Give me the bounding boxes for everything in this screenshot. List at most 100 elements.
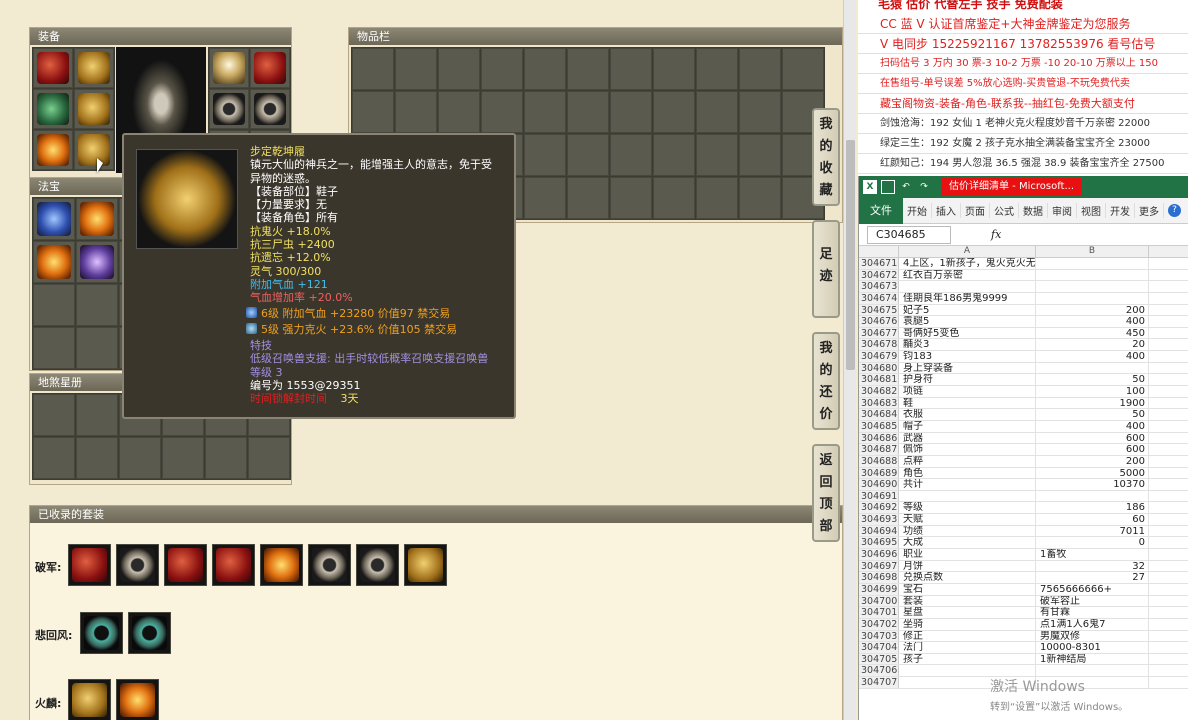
- magic-slot[interactable]: [76, 284, 118, 326]
- cell-a[interactable]: 法门: [899, 642, 1036, 653]
- slot-charm[interactable]: [33, 130, 73, 170]
- row-number[interactable]: 304693: [859, 514, 899, 525]
- cell-a[interactable]: 项链: [899, 386, 1036, 397]
- sheet-row[interactable]: 304683 鞋 1900: [859, 397, 1188, 410]
- cell-c[interactable]: [1149, 328, 1188, 339]
- cell-c[interactable]: [1149, 572, 1188, 583]
- my-favorites-button[interactable]: 我 的 收 藏: [812, 108, 840, 206]
- cell-a[interactable]: 护身符: [899, 374, 1036, 386]
- magic-slot[interactable]: [33, 241, 75, 283]
- cell-c[interactable]: [1149, 665, 1188, 676]
- cell-b[interactable]: 400: [1036, 351, 1149, 362]
- set-item[interactable]: [212, 544, 255, 586]
- row-number[interactable]: 304694: [859, 525, 899, 537]
- row-number[interactable]: 304698: [859, 572, 899, 583]
- row-number[interactable]: 304685: [859, 420, 899, 432]
- inventory-slot[interactable]: [610, 134, 652, 176]
- cell-a[interactable]: 共计: [899, 479, 1036, 490]
- set-item[interactable]: [128, 612, 171, 654]
- inventory-slot[interactable]: [352, 91, 394, 133]
- row-number[interactable]: 304677: [859, 327, 899, 339]
- sheet-row[interactable]: 304681 护身符 50: [859, 374, 1188, 387]
- cell-b[interactable]: 27: [1036, 572, 1149, 583]
- cell-c[interactable]: [1149, 561, 1188, 572]
- column-a-header[interactable]: A: [899, 246, 1036, 257]
- cell-c[interactable]: [1149, 351, 1188, 362]
- cell-a[interactable]: 哥俩好5变色: [899, 327, 1036, 339]
- sheet-row[interactable]: 304685 帽子 400: [859, 420, 1188, 433]
- cell-a[interactable]: 佳期良年186男鬼9999: [899, 292, 1036, 304]
- inventory-slot[interactable]: [696, 177, 738, 219]
- set-item[interactable]: [68, 679, 111, 720]
- cell-b[interactable]: 600: [1036, 432, 1149, 444]
- listing-line[interactable]: 剑蚀沧海：192 女仙 1 老神火克火程度妙音千万亲密 22000: [858, 114, 1188, 134]
- ribbon-tab[interactable]: 公式: [990, 203, 1019, 218]
- cell-c[interactable]: [1149, 258, 1188, 269]
- cell-a[interactable]: 月饼: [899, 560, 1036, 572]
- cell-b[interactable]: 200: [1036, 304, 1149, 316]
- inventory-slot[interactable]: [610, 48, 652, 90]
- cell-b[interactable]: 400: [1036, 316, 1149, 327]
- cell-b[interactable]: 10000-8301: [1036, 642, 1149, 653]
- inventory-slot[interactable]: [696, 48, 738, 90]
- cell-b[interactable]: [1036, 665, 1149, 677]
- sheet-row[interactable]: 304698 兑换点数 27: [859, 572, 1188, 584]
- cell-a[interactable]: 职业: [899, 549, 1036, 560]
- sheet-row[interactable]: 304677 哥俩好5变色 450: [859, 327, 1188, 340]
- listing-line[interactable]: 红颜知己：194 男人忽混 36.5 强混 38.9 装备宝宝齐全 27500: [858, 154, 1188, 174]
- cell-c[interactable]: [1149, 421, 1188, 432]
- cell-c[interactable]: [1149, 468, 1188, 479]
- cell-b[interactable]: 0: [1036, 537, 1149, 549]
- row-number[interactable]: 304676: [859, 316, 899, 327]
- cell-a[interactable]: 衣服: [899, 409, 1036, 420]
- cell-a[interactable]: 坐骑: [899, 618, 1036, 630]
- cell-b[interactable]: 600: [1036, 444, 1149, 455]
- cell-a[interactable]: 武器: [899, 432, 1036, 444]
- set-item[interactable]: [80, 612, 123, 654]
- cell-a[interactable]: 点粹: [899, 455, 1036, 467]
- row-number[interactable]: 304687: [859, 444, 899, 455]
- cell-b[interactable]: 破军容止: [1036, 595, 1149, 607]
- cell-b[interactable]: 7565666666+: [1036, 583, 1149, 595]
- row-number[interactable]: 304692: [859, 502, 899, 513]
- cell-c[interactable]: [1149, 654, 1188, 665]
- inventory-slot[interactable]: [524, 91, 566, 133]
- cell-c[interactable]: [1149, 526, 1188, 537]
- cell-c[interactable]: [1149, 281, 1188, 292]
- cell-b[interactable]: [1036, 269, 1149, 281]
- set-item[interactable]: [164, 544, 207, 586]
- sheet-row[interactable]: 304705 孩子 1新神结局: [859, 653, 1188, 666]
- ribbon-tab[interactable]: 页面: [961, 203, 990, 218]
- cell-c[interactable]: [1149, 433, 1188, 444]
- slot-ring2[interactable]: [250, 89, 290, 129]
- inventory-slot[interactable]: [567, 134, 609, 176]
- ground-slot[interactable]: [33, 437, 75, 479]
- row-number[interactable]: 304681: [859, 374, 899, 385]
- sheet-row[interactable]: 304696 职业 1畜牧: [859, 549, 1188, 561]
- cell-a[interactable]: 鞋: [899, 397, 1036, 409]
- row-number[interactable]: 304678: [859, 339, 899, 350]
- inventory-slot[interactable]: [739, 91, 781, 133]
- row-number[interactable]: 304696: [859, 549, 899, 560]
- row-number[interactable]: 304707: [859, 677, 899, 688]
- magic-slot[interactable]: [76, 198, 118, 240]
- slot-helmet[interactable]: [209, 48, 249, 88]
- save-icon[interactable]: [881, 180, 895, 194]
- cell-b[interactable]: [1036, 362, 1149, 374]
- slot-weapon[interactable]: [33, 48, 73, 88]
- sheet-row[interactable]: 304692 等级 186: [859, 502, 1188, 515]
- inventory-slot[interactable]: [653, 134, 695, 176]
- file-tab[interactable]: 文件: [859, 197, 903, 224]
- row-number[interactable]: 304684: [859, 409, 899, 420]
- fx-icon[interactable]: fx: [991, 228, 1001, 241]
- cell-b[interactable]: 100: [1036, 386, 1149, 397]
- cell-b[interactable]: 50: [1036, 409, 1149, 420]
- cell-c[interactable]: [1149, 363, 1188, 374]
- sheet-row[interactable]: 304701 星盘 有甘霖: [859, 607, 1188, 619]
- cell-b[interactable]: 1畜牧: [1036, 549, 1149, 560]
- cell-b[interactable]: [1036, 258, 1149, 269]
- cell-a[interactable]: 星盘: [899, 607, 1036, 618]
- cell-a[interactable]: 孩子: [899, 653, 1036, 665]
- row-number[interactable]: 304690: [859, 479, 899, 490]
- cell-c[interactable]: [1149, 491, 1188, 502]
